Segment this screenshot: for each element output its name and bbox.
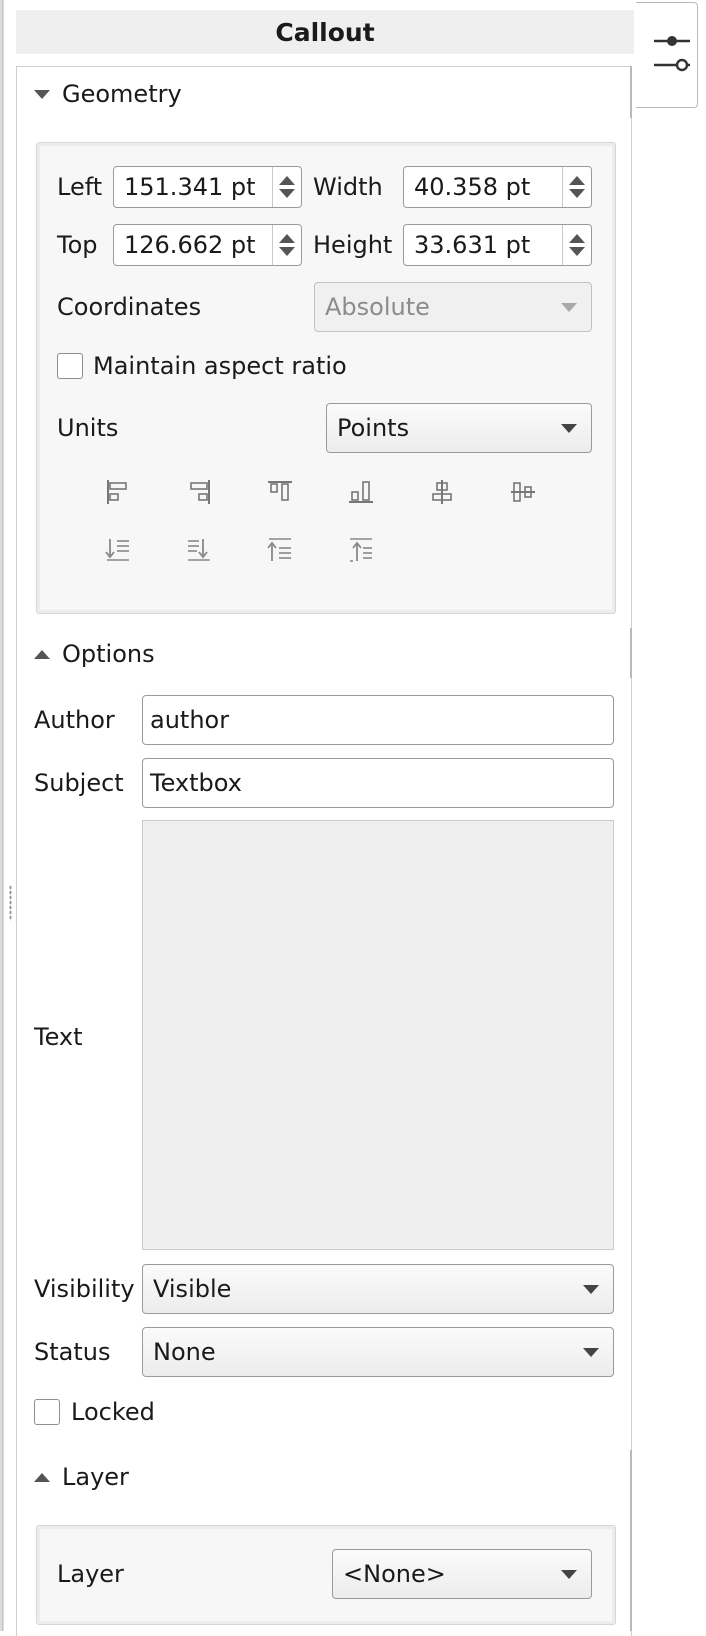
- status-label: Status: [34, 1338, 111, 1366]
- units-value: Points: [337, 414, 410, 442]
- chevron-down-icon: [583, 1284, 599, 1294]
- coordinates-label: Coordinates: [57, 293, 202, 321]
- layer-value: <None>: [343, 1560, 446, 1588]
- width-stepper[interactable]: [562, 167, 591, 207]
- height-label: Height: [313, 231, 393, 259]
- window-frame-line: [2, 0, 3, 1631]
- step-up-icon[interactable]: [569, 234, 585, 243]
- left-value: 151.341 pt: [124, 173, 256, 201]
- step-up-icon[interactable]: [279, 176, 295, 185]
- step-up-icon[interactable]: [279, 234, 295, 243]
- visibility-dropdown[interactable]: Visible: [142, 1264, 614, 1314]
- author-input[interactable]: author: [142, 695, 614, 745]
- expand-icon: [34, 649, 50, 659]
- send-to-back-icon[interactable]: [347, 536, 375, 564]
- bring-to-front-icon[interactable]: [104, 536, 132, 564]
- text-area[interactable]: [142, 820, 614, 1250]
- collapse-icon: [34, 89, 50, 99]
- layer-label: Layer: [57, 1560, 124, 1588]
- expand-icon: [34, 1472, 50, 1482]
- subject-label: Subject: [34, 769, 124, 797]
- step-up-icon[interactable]: [569, 176, 585, 185]
- geometry-section-toggle[interactable]: Geometry: [34, 74, 182, 114]
- layer-section-toggle[interactable]: Layer: [34, 1457, 129, 1497]
- geometry-section-label: Geometry: [62, 80, 182, 108]
- visibility-label: Visibility: [34, 1275, 135, 1303]
- width-label: Width: [313, 173, 383, 201]
- units-dropdown[interactable]: Points: [326, 403, 592, 453]
- step-down-icon[interactable]: [569, 189, 585, 198]
- left-stepper[interactable]: [272, 167, 301, 207]
- align-left-icon[interactable]: [104, 478, 132, 506]
- units-label: Units: [57, 414, 119, 442]
- scroll-track: [630, 1450, 632, 1631]
- author-label: Author: [34, 706, 115, 734]
- aspect-ratio-checkbox[interactable]: [57, 353, 83, 379]
- left-label: Left: [57, 173, 103, 201]
- align-center-horizontal-icon[interactable]: [428, 478, 456, 506]
- top-spinbox[interactable]: 126.662 pt: [113, 224, 302, 266]
- align-bottom-icon[interactable]: [347, 478, 375, 506]
- layer-dropdown[interactable]: <None>: [332, 1549, 592, 1599]
- top-value: 126.662 pt: [124, 231, 256, 259]
- bring-forward-icon[interactable]: [185, 536, 213, 564]
- coordinates-dropdown[interactable]: Absolute: [314, 282, 592, 332]
- chevron-down-icon: [583, 1347, 599, 1357]
- align-top-icon[interactable]: [266, 478, 294, 506]
- step-down-icon[interactable]: [569, 247, 585, 256]
- width-spinbox[interactable]: 40.358 pt: [403, 166, 592, 208]
- scroll-track: [630, 66, 632, 118]
- chevron-down-icon: [561, 302, 577, 312]
- panel-title: Callout: [16, 10, 634, 54]
- sliders-icon: [654, 36, 690, 72]
- left-spinbox[interactable]: 151.341 pt: [113, 166, 302, 208]
- visibility-value: Visible: [153, 1275, 232, 1303]
- aspect-ratio-label: Maintain aspect ratio: [93, 352, 347, 380]
- height-value: 33.631 pt: [414, 231, 531, 259]
- height-spinbox[interactable]: 33.631 pt: [403, 224, 592, 266]
- status-dropdown[interactable]: None: [142, 1327, 614, 1377]
- options-section-toggle[interactable]: Options: [34, 634, 155, 674]
- locked-checkbox[interactable]: [34, 1399, 60, 1425]
- chevron-down-icon: [561, 423, 577, 433]
- coordinates-value: Absolute: [325, 293, 430, 321]
- layer-section-label: Layer: [62, 1463, 129, 1491]
- resize-grip[interactable]: [9, 885, 12, 921]
- top-stepper[interactable]: [272, 225, 301, 265]
- scroll-track: [630, 628, 632, 678]
- align-center-vertical-icon[interactable]: [509, 478, 537, 506]
- locked-label: Locked: [71, 1398, 155, 1426]
- send-backward-icon[interactable]: [266, 536, 294, 564]
- options-section-label: Options: [62, 640, 155, 668]
- chevron-down-icon: [561, 1569, 577, 1579]
- step-down-icon[interactable]: [279, 189, 295, 198]
- top-label: Top: [57, 231, 98, 259]
- align-right-icon[interactable]: [185, 478, 213, 506]
- step-down-icon[interactable]: [279, 247, 295, 256]
- status-value: None: [153, 1338, 216, 1366]
- height-stepper[interactable]: [562, 225, 591, 265]
- width-value: 40.358 pt: [414, 173, 531, 201]
- subject-input[interactable]: Textbox: [142, 758, 614, 808]
- text-label: Text: [34, 1023, 83, 1051]
- properties-tab[interactable]: [636, 2, 698, 108]
